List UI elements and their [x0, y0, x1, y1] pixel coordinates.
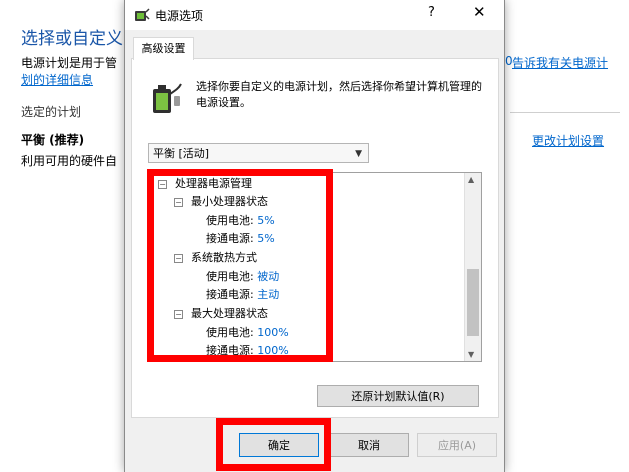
- close-button[interactable]: ✕: [473, 3, 486, 21]
- restore-defaults-button[interactable]: 还原计划默认值(R): [317, 385, 479, 407]
- tab-advanced-settings[interactable]: 高级设置: [133, 37, 194, 60]
- highlight-box-ok-button: [216, 418, 331, 471]
- learn-more-link[interactable]: 告诉我有关电源计: [512, 54, 608, 71]
- plan-description-text: 电源计划是用于管: [21, 56, 118, 70]
- page-title: 选择或自定义电: [21, 29, 140, 49]
- change-plan-settings-link[interactable]: 更改计划设置: [532, 132, 604, 149]
- power-plan-dropdown-value: 平衡 [活动]: [153, 147, 210, 160]
- section-divider: [510, 112, 620, 113]
- battery-plug-icon: [153, 83, 182, 113]
- scroll-up-icon[interactable]: ▲: [468, 175, 474, 184]
- scroll-down-icon[interactable]: ▼: [468, 350, 474, 359]
- plan-summary: 利用可用的硬件自: [21, 154, 118, 168]
- cancel-button[interactable]: 取消: [329, 433, 409, 457]
- apply-button[interactable]: 应用(A): [417, 433, 497, 457]
- plan-name: 平衡 (推荐): [21, 133, 85, 147]
- help-button[interactable]: ?: [428, 5, 435, 20]
- vertical-scrollbar[interactable]: ▲ ▼: [464, 173, 481, 361]
- title-bar[interactable]: 电源选项 ? ✕: [125, 0, 504, 30]
- dialog-title: 电源选项: [155, 9, 204, 23]
- power-plan-dropdown[interactable]: 平衡 [活动] ▼: [148, 143, 369, 163]
- chevron-down-icon: ▼: [355, 149, 362, 159]
- intro-text: 选择你要自定义的电源计划，然后选择你希望计算机管理的电源设置。: [196, 80, 482, 109]
- learn-more-link-line2[interactable]: 划的详细信息: [21, 71, 93, 88]
- highlight-box-processor-settings: [147, 169, 333, 362]
- selected-plan-heading: 选定的计划: [21, 105, 82, 119]
- scroll-thumb[interactable]: [467, 269, 479, 336]
- power-options-icon: [135, 8, 150, 21]
